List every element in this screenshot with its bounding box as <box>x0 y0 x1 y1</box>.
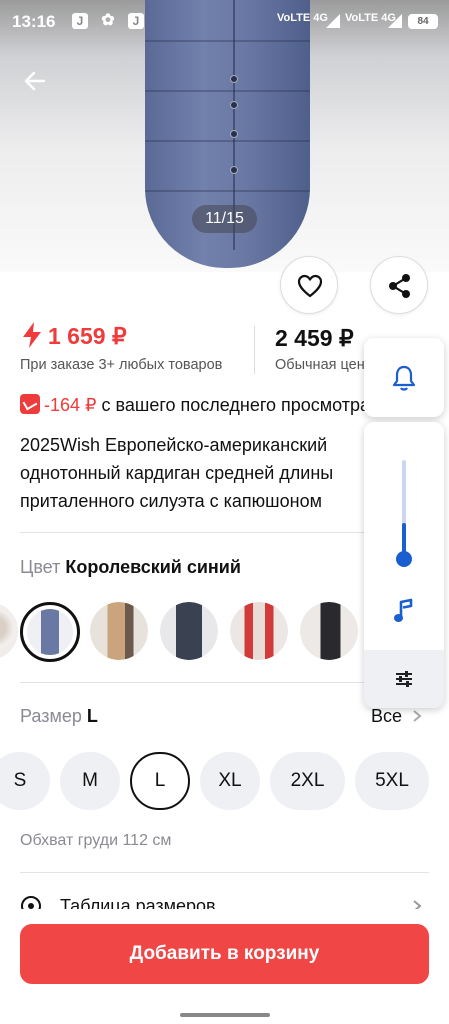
network-label: VoLTE 4G <box>277 12 328 24</box>
size-option-5xl[interactable]: 5XL <box>355 752 429 810</box>
size-option-m[interactable]: M <box>60 752 120 810</box>
product-title-line: однотонный кардиган средней длины <box>20 463 334 483</box>
all-sizes-label: Все <box>371 706 403 726</box>
color-label-value: Королевский синий <box>65 557 241 577</box>
product-title: 2025Wish Европейско-американский однотон… <box>20 431 368 515</box>
price-drop-amount: -164 ₽ <box>44 395 97 415</box>
back-button[interactable] <box>20 66 50 96</box>
volume-panel <box>364 422 444 708</box>
size-option-xl[interactable]: XL <box>200 752 260 810</box>
color-swatch[interactable] <box>230 602 288 660</box>
add-to-cart-button[interactable]: Добавить в корзину <box>20 924 429 984</box>
color-swatch[interactable] <box>90 602 148 660</box>
favorite-button[interactable] <box>280 256 338 314</box>
share-button[interactable] <box>370 256 428 314</box>
status-time: 13:16 <box>12 12 56 31</box>
chevron-right-icon <box>413 900 422 909</box>
image-counter: 11/15 <box>192 205 257 233</box>
lightning-icon <box>23 322 41 348</box>
size-table-row[interactable]: Таблица размеров <box>20 893 430 909</box>
chest-size-note: Обхват груди 112 см <box>20 832 172 849</box>
color-label: Цвет Королевский синий <box>20 557 241 578</box>
notification-icon: J <box>72 13 88 29</box>
divider <box>20 872 429 873</box>
price-drop-text: с вашего последнего просмотра <box>101 395 371 415</box>
bell-icon <box>392 365 416 391</box>
signal-icon <box>326 14 340 28</box>
battery-icon: 84 <box>408 14 438 29</box>
notification-icon: J <box>128 13 144 29</box>
price-drop-notice: -164 ₽ с вашего последнего просмотра <box>20 394 370 416</box>
app-icon: ✿ <box>101 12 115 29</box>
promo-price: 1 659 ₽ <box>22 322 127 350</box>
color-swatch-selected[interactable] <box>20 602 80 662</box>
chevron-right-icon <box>413 710 422 722</box>
sliders-icon <box>396 671 412 687</box>
regular-price-note: Обычная цена <box>275 357 370 373</box>
heart-icon <box>297 274 323 298</box>
size-label-key: Размер <box>20 706 82 726</box>
all-sizes-link[interactable]: Все <box>371 706 423 727</box>
volume-settings-button[interactable] <box>364 650 444 708</box>
color-swatch[interactable] <box>160 602 218 660</box>
color-swatch[interactable] <box>300 602 358 660</box>
signal-icon <box>388 14 402 28</box>
regular-price: 2 459 ₽ <box>275 325 354 351</box>
music-note-icon <box>394 598 413 622</box>
arrow-left-icon <box>24 71 46 91</box>
product-title-line: 2025Wish Европейско-американский <box>20 435 328 455</box>
home-indicator[interactable] <box>180 1013 270 1017</box>
color-swatch[interactable] <box>0 602 18 660</box>
status-bar: 13:16 J ✿ J VoLTE 4G VoLTE 4G 84 <box>0 0 449 44</box>
size-label-value: L <box>86 706 98 726</box>
promo-price-value: 1 659 ₽ <box>48 323 127 349</box>
ringer-mode-button[interactable] <box>364 338 444 417</box>
ruler-icon <box>21 896 41 909</box>
size-label: Размер L <box>20 706 98 727</box>
divider <box>254 326 255 374</box>
size-option-s[interactable]: S <box>0 752 50 810</box>
product-title-line: приталенного силуэта с капюшоном <box>20 491 322 511</box>
size-table-label: Таблица размеров <box>60 896 216 909</box>
price-drop-icon <box>20 394 40 414</box>
share-icon <box>389 274 410 298</box>
size-option-2xl[interactable]: 2XL <box>270 752 345 810</box>
size-option-l[interactable]: L <box>130 752 190 810</box>
promo-price-note: При заказе 3+ любых товаров <box>20 357 223 373</box>
color-label-key: Цвет <box>20 557 61 577</box>
volume-slider-handle[interactable] <box>396 551 412 567</box>
